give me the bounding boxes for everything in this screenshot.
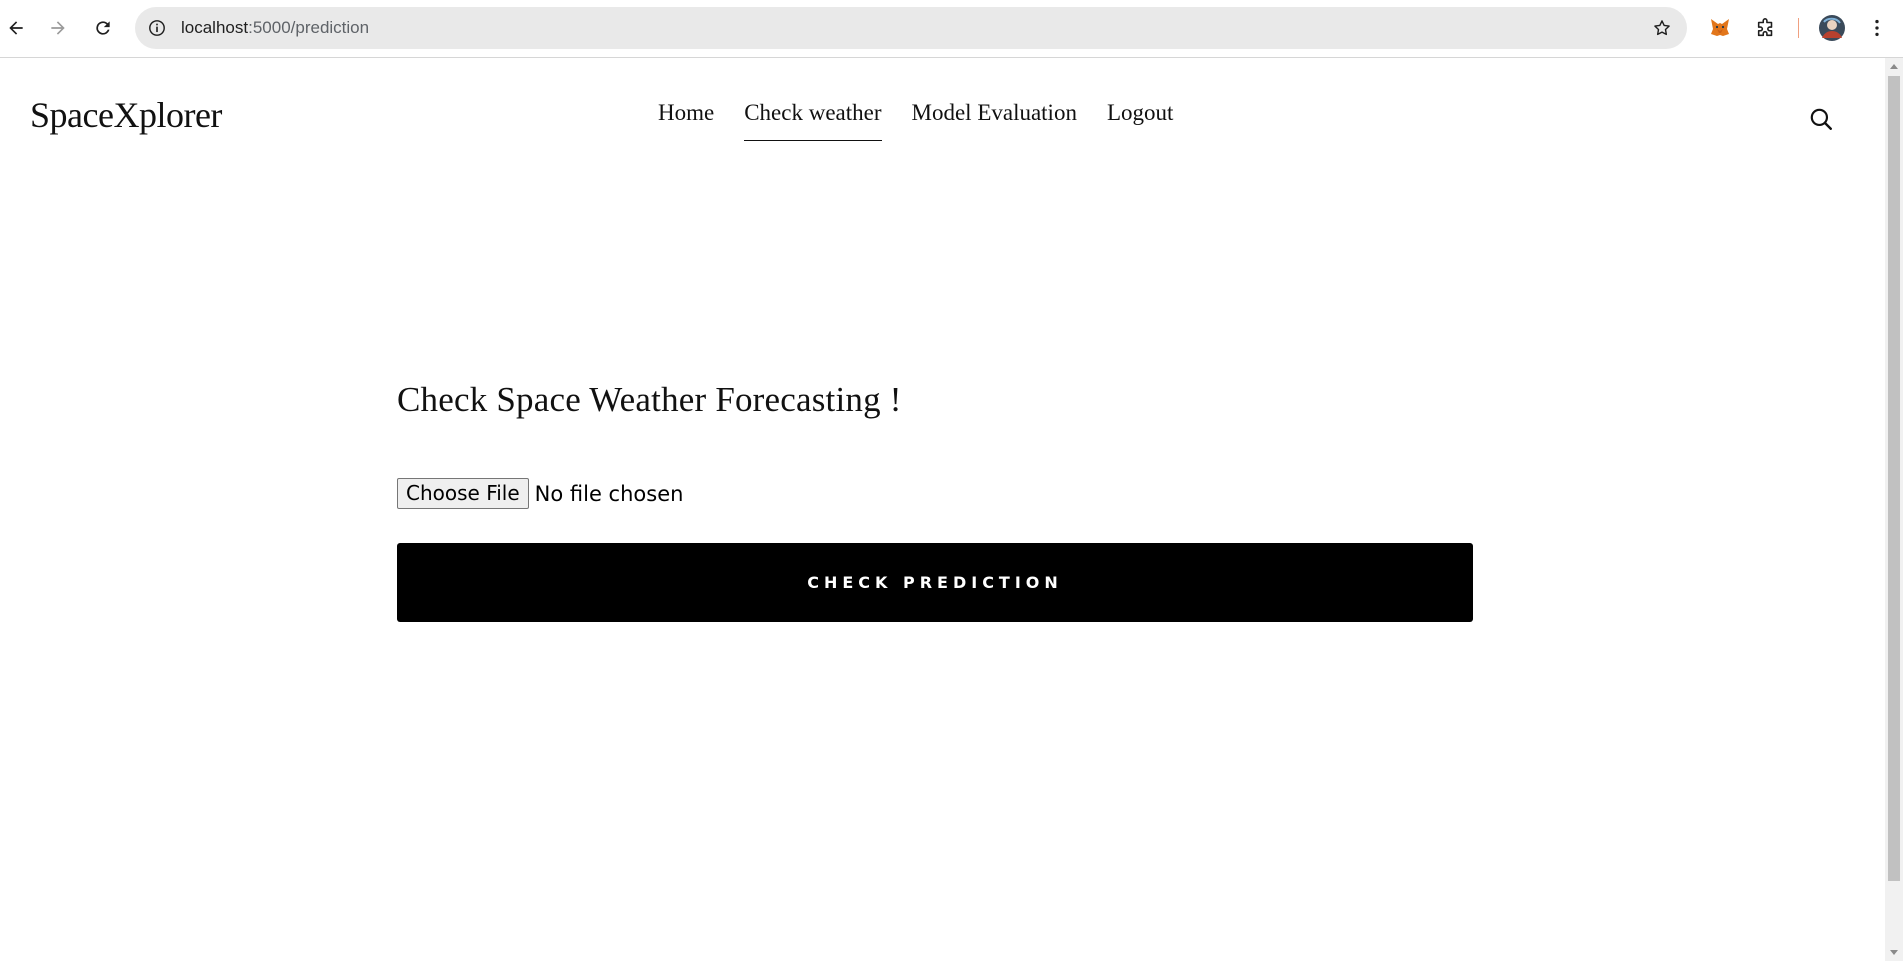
reload-icon	[96, 21, 110, 35]
back-arrow-icon	[9, 21, 23, 35]
nav-home[interactable]: Home	[658, 100, 714, 141]
avatar[interactable]	[1817, 13, 1847, 43]
forward-button[interactable]	[42, 12, 74, 44]
nav-check-weather[interactable]: Check weather	[744, 100, 882, 141]
address-bar[interactable]: localhost:5000/prediction	[135, 7, 1687, 49]
fox-icon[interactable]	[1705, 13, 1735, 43]
url-path: :5000/prediction	[248, 18, 370, 37]
choose-file-button[interactable]: Choose File	[397, 478, 529, 509]
info-icon[interactable]	[147, 18, 167, 38]
star-icon[interactable]	[1651, 17, 1673, 39]
forward-arrow-icon	[51, 21, 65, 35]
main-nav: Home Check weather Model Evaluation Logo…	[658, 100, 1173, 141]
back-button[interactable]	[0, 12, 32, 44]
nav-logout[interactable]: Logout	[1107, 100, 1173, 141]
file-input[interactable]: Choose File No file chosen	[397, 478, 1473, 509]
kebab-menu-icon[interactable]	[1862, 13, 1892, 43]
scrollbar-thumb[interactable]	[1888, 76, 1900, 881]
check-prediction-button[interactable]: CHECK PREDICTION	[397, 543, 1473, 622]
site-logo[interactable]: SpaceXplorer	[30, 94, 222, 136]
url-text: localhost:5000/prediction	[181, 18, 369, 38]
puzzle-icon[interactable]	[1751, 13, 1781, 43]
browser-toolbar: localhost:5000/prediction	[0, 0, 1903, 58]
url-host: localhost	[181, 18, 249, 37]
file-status-text: No file chosen	[534, 481, 684, 506]
page-scrollbar[interactable]	[1885, 58, 1903, 961]
search-icon	[1810, 108, 1832, 130]
nav-model-evaluation[interactable]: Model Evaluation	[912, 100, 1077, 141]
page-title: Check Space Weather Forecasting !	[397, 380, 902, 419]
prediction-form: Check Space Weather Forecasting ! Choose…	[397, 380, 1473, 622]
toolbar-divider	[1798, 18, 1799, 38]
scroll-up-icon[interactable]	[1890, 64, 1898, 69]
search-button[interactable]	[1806, 104, 1836, 134]
scroll-down-icon[interactable]	[1890, 950, 1898, 955]
reload-button[interactable]	[87, 12, 119, 44]
site-header: SpaceXplorer Home Check weather Model Ev…	[0, 58, 1885, 168]
